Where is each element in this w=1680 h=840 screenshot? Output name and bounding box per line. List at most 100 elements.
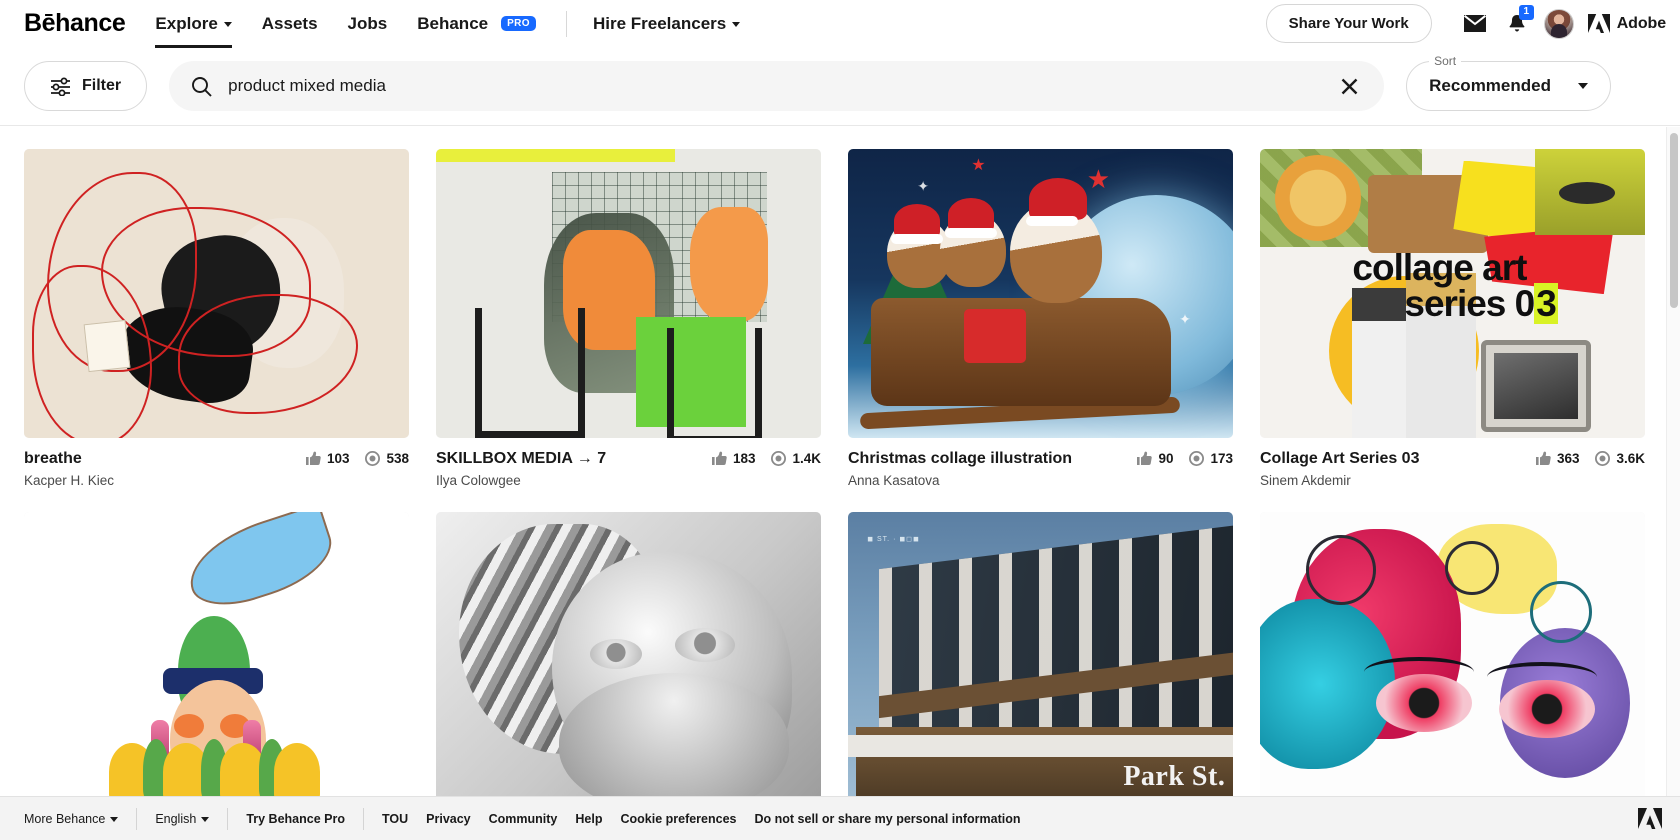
project-thumbnail[interactable]: ★ ★ ✦ ✦ ✦ [848, 149, 1233, 438]
likes-count: 90 [1158, 451, 1174, 466]
sort-dropdown[interactable]: Sort Recommended [1406, 54, 1612, 111]
notifications-button[interactable]: 1 [1496, 3, 1538, 45]
footer-try-behance-pro[interactable]: Try Behance Pro [246, 812, 345, 826]
project-title[interactable]: SKILLBOX MEDIA → 7 [436, 449, 712, 469]
artwork-neon-faces [1260, 512, 1645, 801]
search-input[interactable]: product mixed media [169, 61, 1385, 111]
footer-link-privacy[interactable]: Privacy [426, 812, 470, 826]
project-author[interactable]: Kacper H. Kiec [24, 473, 306, 488]
collage-text-highlight: 3 [1534, 283, 1558, 325]
nav-item-assets[interactable]: Assets [262, 0, 318, 48]
project-thumbnail[interactable] [24, 512, 409, 801]
project-card[interactable] [24, 512, 409, 801]
nav-divider [565, 10, 567, 37]
project-title[interactable]: Collage Art Series 03 [1260, 449, 1536, 469]
project-thumbnail[interactable] [436, 149, 821, 438]
adobe-logo-link[interactable]: Adobe [1587, 14, 1666, 33]
messages-button[interactable] [1454, 3, 1496, 45]
views-count: 1.4K [792, 451, 821, 466]
artwork-corner-tag: ◼ ST. · ◼◻◼ [867, 536, 920, 544]
project-title[interactable]: breathe [24, 449, 306, 469]
nav-item-explore[interactable]: Explore [155, 0, 233, 48]
likes-stat: 90 [1137, 451, 1173, 466]
project-card[interactable]: ◼ ST. · ◼◻◼ Park St. [848, 512, 1233, 801]
footer-language-label: English [155, 811, 197, 826]
views-stat: 3.6K [1595, 451, 1645, 466]
thumbs-up-icon [305, 451, 321, 465]
eye-icon [771, 451, 787, 466]
views-count: 538 [386, 451, 409, 466]
nav-item-hire-label: Hire Freelancers [592, 13, 727, 33]
project-thumbnail[interactable]: collage art series 03 [1260, 149, 1645, 438]
nav-item-assets-label: Assets [261, 13, 318, 33]
footer-language-selector[interactable]: English [155, 811, 210, 826]
clear-search-button[interactable] [1336, 73, 1362, 99]
project-card[interactable] [436, 512, 821, 801]
envelope-icon [1463, 15, 1486, 32]
views-stat: 538 [365, 451, 409, 466]
footer-adobe-logo[interactable] [1638, 808, 1662, 829]
nav-right-group: Share Your Work 1 Adobe [1265, 3, 1666, 45]
filter-button[interactable]: Filter [24, 61, 148, 111]
artwork-skillbox [436, 149, 821, 438]
project-meta: Collage Art Series 03 Sinem Akdemir 363 [1260, 449, 1645, 488]
behance-logo[interactable]: Bēhance [24, 11, 126, 36]
project-card[interactable]: breathe Kacper H. Kiec 103 538 [24, 149, 409, 488]
likes-stat: 183 [711, 451, 755, 466]
project-thumbnail[interactable] [436, 512, 821, 801]
project-stats: 90 173 [1137, 449, 1233, 466]
footer-link-community[interactable]: Community [489, 812, 558, 826]
project-card[interactable]: collage art series 03 Collage Art Series… [1260, 149, 1645, 488]
collage-text-line2: series 0 [1404, 283, 1535, 325]
nav-item-behance-label: Behance [417, 13, 489, 33]
project-title[interactable]: Christmas collage illustration [848, 449, 1137, 469]
behance-search-page: Bēhance Explore Assets Jobs Behance PRO … [0, 0, 1680, 840]
chevron-down-icon [201, 817, 210, 822]
sliders-icon [51, 77, 70, 96]
share-your-work-button[interactable]: Share Your Work [1265, 4, 1432, 43]
nav-item-explore-label: Explore [155, 13, 218, 33]
nav-item-jobs[interactable]: Jobs [348, 0, 388, 48]
nav-item-behance-pro[interactable]: Behance PRO [417, 0, 536, 48]
likes-count: 103 [326, 451, 350, 466]
project-meta: SKILLBOX MEDIA → 7 Ilya Colowgee 183 1.4… [436, 449, 821, 488]
project-thumbnail[interactable] [1260, 512, 1645, 801]
project-card[interactable]: SKILLBOX MEDIA → 7 Ilya Colowgee 183 1.4… [436, 149, 821, 488]
search-toolbar: Filter product mixed media Sort Recommen… [0, 47, 1680, 126]
eye-icon [365, 451, 381, 466]
footer-link-do-not-sell[interactable]: Do not sell or share my personal informa… [755, 812, 1021, 826]
search-icon [192, 76, 212, 97]
footer-divider [136, 807, 138, 830]
project-stats: 103 538 [305, 449, 409, 466]
thumbs-up-icon [1137, 451, 1153, 465]
avatar[interactable] [1543, 8, 1574, 39]
project-card[interactable] [1260, 512, 1645, 801]
footer-more-behance[interactable]: More Behance [24, 812, 119, 826]
footer-link-tou[interactable]: TOU [382, 812, 408, 826]
project-author[interactable]: Sinem Akdemir [1260, 473, 1536, 488]
scrollbar-thumb[interactable] [1670, 133, 1678, 308]
footer-link-help[interactable]: Help [575, 812, 602, 826]
sort-dropdown-value: Recommended [1429, 76, 1551, 95]
artwork-breathe [24, 149, 409, 438]
close-icon [1341, 78, 1357, 94]
chevron-down-icon [1578, 83, 1589, 89]
likes-count: 363 [1556, 451, 1580, 466]
adobe-logo-icon [1638, 808, 1662, 829]
project-author[interactable]: Anna Kasatova [848, 473, 1137, 488]
project-stats: 183 1.4K [711, 449, 821, 466]
views-stat: 1.4K [771, 451, 821, 466]
nav-item-hire-freelancers[interactable]: Hire Freelancers [592, 0, 741, 48]
sort-dropdown-label: Sort [1429, 54, 1462, 68]
project-card[interactable]: ★ ★ ✦ ✦ ✦ [848, 149, 1233, 488]
footer-bar: More Behance English Try Behance Pro TOU… [0, 796, 1680, 840]
page-scrollbar[interactable] [1666, 127, 1680, 796]
project-author[interactable]: Ilya Colowgee [436, 473, 712, 488]
project-thumbnail[interactable] [24, 149, 409, 438]
eye-icon [1595, 451, 1611, 466]
pro-badge: PRO [501, 16, 536, 31]
artwork-christmas: ★ ★ ✦ ✦ ✦ [848, 149, 1233, 438]
project-thumbnail[interactable]: ◼ ST. · ◼◻◼ Park St. [848, 512, 1233, 801]
footer-link-cookie-preferences[interactable]: Cookie preferences [620, 812, 736, 826]
search-input-value: product mixed media [228, 76, 386, 95]
